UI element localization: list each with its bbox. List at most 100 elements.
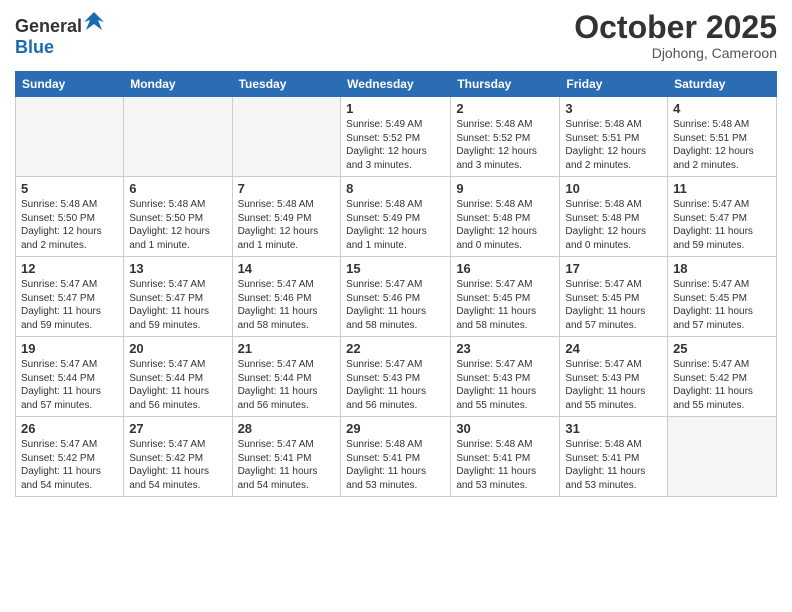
day-number: 20 xyxy=(129,341,226,356)
day-number: 7 xyxy=(238,181,336,196)
calendar-cell: 17Sunrise: 5:47 AM Sunset: 5:45 PM Dayli… xyxy=(560,257,668,337)
day-info: Sunrise: 5:48 AM Sunset: 5:41 PM Dayligh… xyxy=(346,438,445,492)
day-info: Sunrise: 5:49 AM Sunset: 5:52 PM Dayligh… xyxy=(346,118,445,172)
day-number: 23 xyxy=(456,341,554,356)
day-number: 24 xyxy=(565,341,662,356)
day-info: Sunrise: 5:47 AM Sunset: 5:44 PM Dayligh… xyxy=(129,358,226,412)
day-info: Sunrise: 5:47 AM Sunset: 5:43 PM Dayligh… xyxy=(346,358,445,412)
col-monday: Monday xyxy=(124,72,232,97)
week-row-5: 26 Sunrise: 5:47 AM Sunset: 5:42 PM Dayli… xyxy=(16,417,777,497)
day-info: Sunrise: 5:47 AM Sunset: 5:44 PM Dayligh… xyxy=(21,358,118,412)
day-number: 1 xyxy=(346,101,445,116)
week-row-3: 12 Sunrise: 5:47 AM Sunset: 5:47 PM Dayli… xyxy=(16,257,777,337)
day-number: 17 xyxy=(565,261,662,276)
calendar-cell: 8 Sunrise: 5:48 AM Sunset: 5:49 PM Daylig… xyxy=(341,177,451,257)
day-number: 11 xyxy=(673,181,771,196)
calendar-cell: 11Sunrise: 5:47 AM Sunset: 5:47 PM Dayli… xyxy=(668,177,777,257)
page: General Blue October 2025 Djohong, Camer… xyxy=(0,0,792,612)
day-number: 2 xyxy=(456,101,554,116)
day-info: Sunrise: 5:47 AM Sunset: 5:46 PM Dayligh… xyxy=(346,278,445,332)
day-info: Sunrise: 5:47 AM Sunset: 5:41 PM Dayligh… xyxy=(238,438,336,492)
calendar-cell: 6Sunrise: 5:48 AM Sunset: 5:50 PM Daylig… xyxy=(124,177,232,257)
logo-general: General xyxy=(15,10,104,37)
calendar-cell: 13 Sunrise: 5:47 AM Sunset: 5:47 PM Dayli… xyxy=(124,257,232,337)
day-info: Sunrise: 5:48 AM Sunset: 5:41 PM Dayligh… xyxy=(456,438,554,492)
logo: General Blue xyxy=(15,10,104,58)
day-number: 29 xyxy=(346,421,445,436)
day-info: Sunrise: 5:48 AM Sunset: 5:49 PM Dayligh… xyxy=(346,198,445,252)
calendar-cell: 4Sunrise: 5:48 AM Sunset: 5:51 PM Daylig… xyxy=(668,97,777,177)
day-number: 31 xyxy=(565,421,662,436)
calendar-cell: 30Sunrise: 5:48 AM Sunset: 5:41 PM Dayli… xyxy=(451,417,560,497)
calendar-cell: 12 Sunrise: 5:47 AM Sunset: 5:47 PM Dayli… xyxy=(16,257,124,337)
calendar-cell: 3Sunrise: 5:48 AM Sunset: 5:51 PM Daylig… xyxy=(560,97,668,177)
title-block: October 2025 Djohong, Cameroon xyxy=(574,10,777,61)
col-sunday: Sunday xyxy=(16,72,124,97)
calendar-cell: 15Sunrise: 5:47 AM Sunset: 5:46 PM Dayli… xyxy=(341,257,451,337)
day-info: Sunrise: 5:48 AM Sunset: 5:50 PM Dayligh… xyxy=(21,198,118,252)
day-info: Sunrise: 5:48 AM Sunset: 5:48 PM Dayligh… xyxy=(456,198,554,252)
week-row-4: 19Sunrise: 5:47 AM Sunset: 5:44 PM Dayli… xyxy=(16,337,777,417)
month-title: October 2025 xyxy=(574,10,777,45)
day-info: Sunrise: 5:47 AM Sunset: 5:44 PM Dayligh… xyxy=(238,358,336,412)
calendar-cell: 2 Sunrise: 5:48 AM Sunset: 5:52 PM Daylig… xyxy=(451,97,560,177)
calendar-cell xyxy=(16,97,124,177)
day-info: Sunrise: 5:47 AM Sunset: 5:42 PM Dayligh… xyxy=(129,438,226,492)
calendar-cell xyxy=(668,417,777,497)
calendar-cell: 5 Sunrise: 5:48 AM Sunset: 5:50 PM Daylig… xyxy=(16,177,124,257)
day-info: Sunrise: 5:48 AM Sunset: 5:52 PM Dayligh… xyxy=(456,118,554,172)
day-number: 13 xyxy=(129,261,226,276)
day-number: 22 xyxy=(346,341,445,356)
day-number: 9 xyxy=(456,181,554,196)
calendar-cell: 29 Sunrise: 5:48 AM Sunset: 5:41 PM Dayli… xyxy=(341,417,451,497)
calendar-cell: 28 Sunrise: 5:47 AM Sunset: 5:41 PM Dayli… xyxy=(232,417,341,497)
col-thursday: Thursday xyxy=(451,72,560,97)
day-info: Sunrise: 5:47 AM Sunset: 5:43 PM Dayligh… xyxy=(456,358,554,412)
calendar-cell: 10 Sunrise: 5:48 AM Sunset: 5:48 PM Dayli… xyxy=(560,177,668,257)
day-info: Sunrise: 5:47 AM Sunset: 5:42 PM Dayligh… xyxy=(21,438,118,492)
day-info: Sunrise: 5:48 AM Sunset: 5:48 PM Dayligh… xyxy=(565,198,662,252)
day-number: 21 xyxy=(238,341,336,356)
day-number: 14 xyxy=(238,261,336,276)
calendar-cell xyxy=(232,97,341,177)
calendar-cell: 9 Sunrise: 5:48 AM Sunset: 5:48 PM Daylig… xyxy=(451,177,560,257)
col-friday: Friday xyxy=(560,72,668,97)
day-info: Sunrise: 5:48 AM Sunset: 5:51 PM Dayligh… xyxy=(565,118,662,172)
calendar-cell: 24Sunrise: 5:47 AM Sunset: 5:43 PM Dayli… xyxy=(560,337,668,417)
day-info: Sunrise: 5:47 AM Sunset: 5:47 PM Dayligh… xyxy=(21,278,118,332)
calendar-cell: 27Sunrise: 5:47 AM Sunset: 5:42 PM Dayli… xyxy=(124,417,232,497)
calendar-cell xyxy=(124,97,232,177)
day-number: 26 xyxy=(21,421,118,436)
week-row-1: 1 Sunrise: 5:49 AM Sunset: 5:52 PM Daylig… xyxy=(16,97,777,177)
calendar-table: Sunday Monday Tuesday Wednesday Thursday… xyxy=(15,71,777,497)
logo-bird-icon xyxy=(84,10,104,32)
day-number: 18 xyxy=(673,261,771,276)
logo-blue: Blue xyxy=(15,37,104,58)
day-info: Sunrise: 5:47 AM Sunset: 5:45 PM Dayligh… xyxy=(673,278,771,332)
day-info: Sunrise: 5:47 AM Sunset: 5:45 PM Dayligh… xyxy=(456,278,554,332)
day-info: Sunrise: 5:48 AM Sunset: 5:41 PM Dayligh… xyxy=(565,438,662,492)
calendar-cell: 1 Sunrise: 5:49 AM Sunset: 5:52 PM Daylig… xyxy=(341,97,451,177)
calendar-header-row: Sunday Monday Tuesday Wednesday Thursday… xyxy=(16,72,777,97)
day-number: 10 xyxy=(565,181,662,196)
calendar-cell: 25Sunrise: 5:47 AM Sunset: 5:42 PM Dayli… xyxy=(668,337,777,417)
day-number: 12 xyxy=(21,261,118,276)
calendar-cell: 18 Sunrise: 5:47 AM Sunset: 5:45 PM Dayli… xyxy=(668,257,777,337)
day-number: 8 xyxy=(346,181,445,196)
calendar-cell: 20 Sunrise: 5:47 AM Sunset: 5:44 PM Dayli… xyxy=(124,337,232,417)
calendar-cell: 16Sunrise: 5:47 AM Sunset: 5:45 PM Dayli… xyxy=(451,257,560,337)
day-number: 28 xyxy=(238,421,336,436)
calendar-cell: 19Sunrise: 5:47 AM Sunset: 5:44 PM Dayli… xyxy=(16,337,124,417)
location-subtitle: Djohong, Cameroon xyxy=(574,45,777,61)
day-info: Sunrise: 5:47 AM Sunset: 5:47 PM Dayligh… xyxy=(129,278,226,332)
calendar-cell: 31 Sunrise: 5:48 AM Sunset: 5:41 PM Dayli… xyxy=(560,417,668,497)
calendar-cell: 7Sunrise: 5:48 AM Sunset: 5:49 PM Daylig… xyxy=(232,177,341,257)
day-number: 5 xyxy=(21,181,118,196)
col-saturday: Saturday xyxy=(668,72,777,97)
calendar-cell: 22 Sunrise: 5:47 AM Sunset: 5:43 PM Dayli… xyxy=(341,337,451,417)
calendar-cell: 23 Sunrise: 5:47 AM Sunset: 5:43 PM Dayli… xyxy=(451,337,560,417)
calendar-cell: 26 Sunrise: 5:47 AM Sunset: 5:42 PM Dayli… xyxy=(16,417,124,497)
col-tuesday: Tuesday xyxy=(232,72,341,97)
day-number: 6 xyxy=(129,181,226,196)
day-info: Sunrise: 5:48 AM Sunset: 5:51 PM Dayligh… xyxy=(673,118,771,172)
